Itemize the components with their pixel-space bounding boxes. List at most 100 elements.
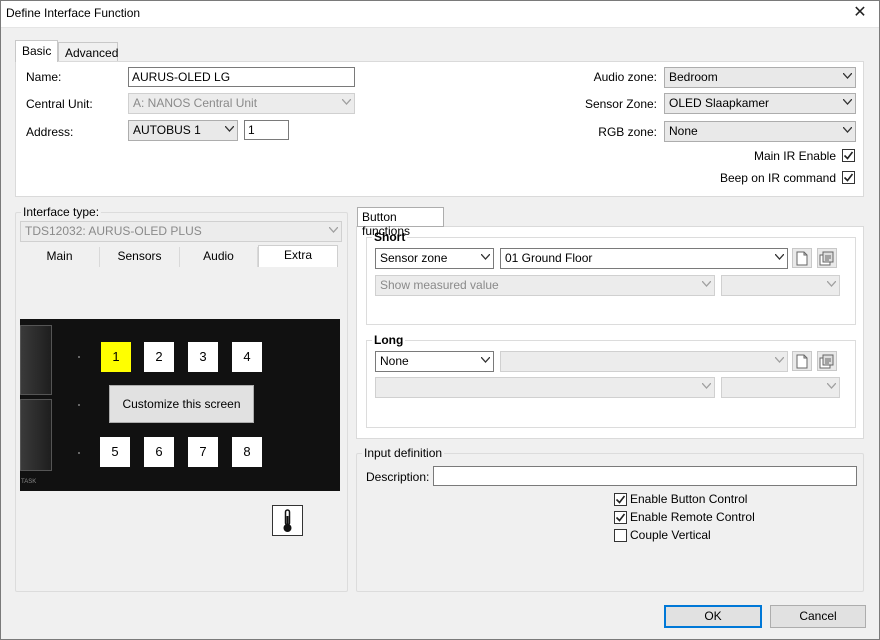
chevron-down-icon [843, 99, 852, 107]
chevron-down-icon [775, 357, 784, 365]
central-unit-value: A: NANOS Central Unit [133, 96, 258, 110]
preview-button-8[interactable]: 8 [232, 437, 262, 467]
enable-button-control-label: Enable Button Control [630, 492, 748, 506]
long-row2-select [375, 377, 715, 398]
preview-button-7[interactable]: 7 [188, 437, 218, 467]
preview-button-3[interactable]: 3 [188, 342, 218, 372]
sensor-zone-select[interactable]: OLED Slaapkamer [664, 93, 856, 114]
close-icon[interactable]: ✕ [850, 3, 870, 23]
subtab-main[interactable]: Main [20, 247, 100, 267]
short-target-select[interactable]: 01 Ground Floor [500, 248, 788, 269]
checkmark-icon [843, 173, 854, 182]
name-label: Name: [26, 70, 62, 84]
chevron-down-icon [827, 281, 836, 289]
long-title: Long [372, 333, 406, 347]
chevron-down-icon [702, 383, 711, 391]
subtab-sensors[interactable]: Sensors [100, 247, 180, 267]
address-label: Address: [26, 125, 74, 139]
central-unit-label: Central Unit: [26, 97, 93, 111]
couple-vertical-label: Couple Vertical [630, 528, 711, 542]
address-bus-value: AUTOBUS 1 [133, 123, 201, 137]
oled-preview: TASK 1 2 3 4 Customize this screen 5 6 7… [20, 319, 340, 491]
preview-dot [78, 356, 80, 358]
customize-screen-button[interactable]: Customize this screen [109, 385, 254, 423]
rgb-zone-value: None [669, 124, 698, 138]
long-extra-select [721, 377, 840, 398]
preview-button-2[interactable]: 2 [144, 342, 174, 372]
preview-button-4[interactable]: 4 [232, 342, 262, 372]
short-properties-button[interactable] [817, 248, 837, 268]
preview-dot [78, 452, 80, 454]
new-document-icon [796, 251, 808, 266]
chevron-down-icon [342, 99, 351, 107]
input-definition-title: Input definition [362, 446, 445, 460]
rgb-zone-select[interactable]: None [664, 121, 856, 142]
properties-icon [819, 354, 834, 369]
window-title: Define Interface Function [6, 6, 141, 20]
preview-button-5[interactable]: 5 [100, 437, 130, 467]
long-properties-button[interactable] [817, 351, 837, 371]
short-type-select[interactable]: Sensor zone [375, 248, 494, 269]
short-extra-select [721, 275, 840, 296]
chevron-down-icon [775, 254, 784, 262]
subtab-audio[interactable]: Audio [180, 247, 258, 267]
audio-zone-label: Audio zone: [593, 70, 657, 84]
chevron-down-icon [843, 73, 852, 81]
chevron-down-icon [702, 281, 711, 289]
long-type-value: None [380, 354, 409, 368]
enable-remote-control-checkbox[interactable] [614, 511, 627, 524]
chevron-down-icon [329, 227, 338, 235]
beep-ir-label: Beep on IR command [719, 171, 836, 185]
tab-basic[interactable]: Basic [15, 40, 58, 62]
preview-corner-text: TASK [21, 479, 37, 485]
sensor-zone-value: OLED Slaapkamer [669, 96, 770, 110]
rgb-zone-label: RGB zone: [598, 125, 657, 139]
short-type-value: Sensor zone [380, 251, 448, 265]
address-bus-select[interactable]: AUTOBUS 1 [128, 120, 238, 141]
interface-type-select: TDS12032: AURUS-OLED PLUS [20, 221, 342, 242]
main-ir-enable-label: Main IR Enable [753, 149, 836, 163]
description-field[interactable] [433, 466, 857, 486]
enable-remote-control-label: Enable Remote Control [630, 510, 755, 524]
chevron-down-icon [843, 127, 852, 135]
subtab-extra[interactable]: Extra [258, 245, 338, 267]
checkmark-icon [615, 495, 626, 504]
interface-type-value: TDS12032: AURUS-OLED PLUS [25, 224, 202, 238]
preview-side-panel [20, 399, 52, 471]
name-field[interactable]: AURUS-OLED LG [128, 67, 355, 87]
short-target-value: 01 Ground Floor [505, 251, 593, 265]
address-number-field[interactable]: 1 [244, 120, 289, 140]
chevron-down-icon [481, 357, 490, 365]
short-new-button[interactable] [792, 248, 812, 268]
preview-button-6[interactable]: 6 [144, 437, 174, 467]
chevron-down-icon [225, 126, 234, 134]
interface-type-label: Interface type: [21, 205, 102, 219]
audio-zone-select[interactable]: Bedroom [664, 67, 856, 88]
long-new-button[interactable] [792, 351, 812, 371]
checkmark-icon [615, 513, 626, 522]
cancel-button[interactable]: Cancel [770, 605, 866, 628]
ok-button[interactable]: OK [664, 605, 762, 628]
tab-advanced[interactable]: Advanced [58, 42, 118, 62]
sensor-zone-label: Sensor Zone: [584, 97, 657, 111]
preview-button-1[interactable]: 1 [101, 342, 131, 372]
thermometer-icon[interactable] [272, 505, 303, 536]
chevron-down-icon [827, 383, 836, 391]
description-label: Description: [366, 470, 430, 484]
main-ir-enable-checkbox[interactable] [842, 149, 855, 162]
preview-dot [78, 404, 80, 406]
new-document-icon [796, 354, 808, 369]
enable-button-control-checkbox[interactable] [614, 493, 627, 506]
chevron-down-icon [481, 254, 490, 262]
long-target-select [500, 351, 788, 372]
short-measure-value: Show measured value [380, 278, 499, 292]
preview-side-panel [20, 325, 52, 395]
beep-ir-checkbox[interactable] [842, 171, 855, 184]
audio-zone-value: Bedroom [669, 70, 718, 84]
central-unit-select: A: NANOS Central Unit [128, 93, 355, 114]
long-type-select[interactable]: None [375, 351, 494, 372]
tab-button-functions[interactable]: Button functions [357, 207, 444, 238]
properties-icon [819, 251, 834, 266]
short-measure-select: Show measured value [375, 275, 715, 296]
couple-vertical-checkbox[interactable] [614, 529, 627, 542]
